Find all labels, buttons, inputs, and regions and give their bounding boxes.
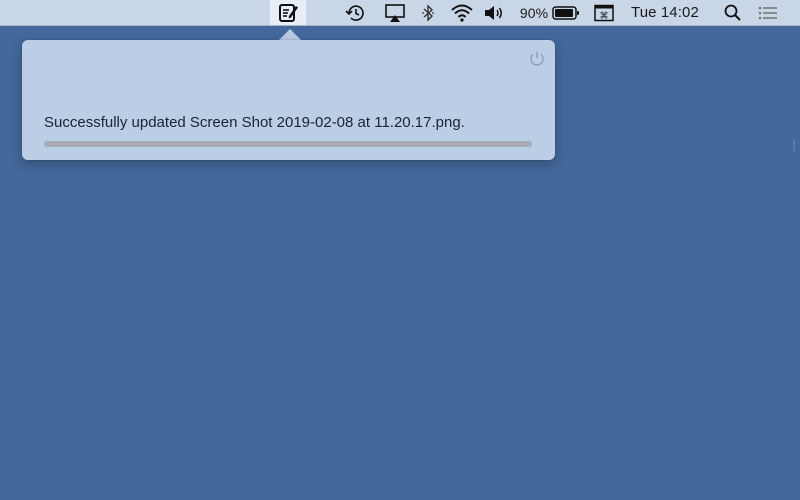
menu-bar: 90% ⌘ Tue 14:02 — [0, 0, 800, 26]
clock-label: Tue 14:02 — [631, 4, 699, 21]
power-icon[interactable] — [527, 49, 547, 69]
battery-percent[interactable]: 90% — [518, 0, 550, 25]
status-message: Successfully updated Screen Shot 2019-02… — [44, 114, 465, 131]
svg-text:⌘: ⌘ — [600, 11, 609, 21]
popover-arrow — [279, 29, 301, 40]
wifi-icon[interactable] — [449, 0, 475, 25]
notepad-edit-icon[interactable] — [276, 0, 300, 25]
volume-icon[interactable] — [483, 0, 505, 25]
time-machine-icon[interactable] — [343, 0, 367, 25]
battery-icon[interactable] — [551, 0, 581, 25]
airplay-icon[interactable] — [383, 0, 407, 25]
keyboard-input-icon[interactable]: ⌘ — [593, 0, 615, 25]
progress-fill — [44, 141, 532, 147]
clock[interactable]: Tue 14:02 — [631, 0, 705, 25]
spotlight-icon[interactable] — [722, 0, 744, 25]
window-edge — [793, 140, 795, 152]
bluetooth-icon[interactable] — [420, 0, 436, 25]
battery-percent-label: 90% — [519, 4, 549, 21]
notification-center-icon[interactable] — [756, 0, 780, 25]
status-popover: Successfully updated Screen Shot 2019-02… — [22, 40, 555, 160]
progress-bar — [44, 141, 532, 147]
